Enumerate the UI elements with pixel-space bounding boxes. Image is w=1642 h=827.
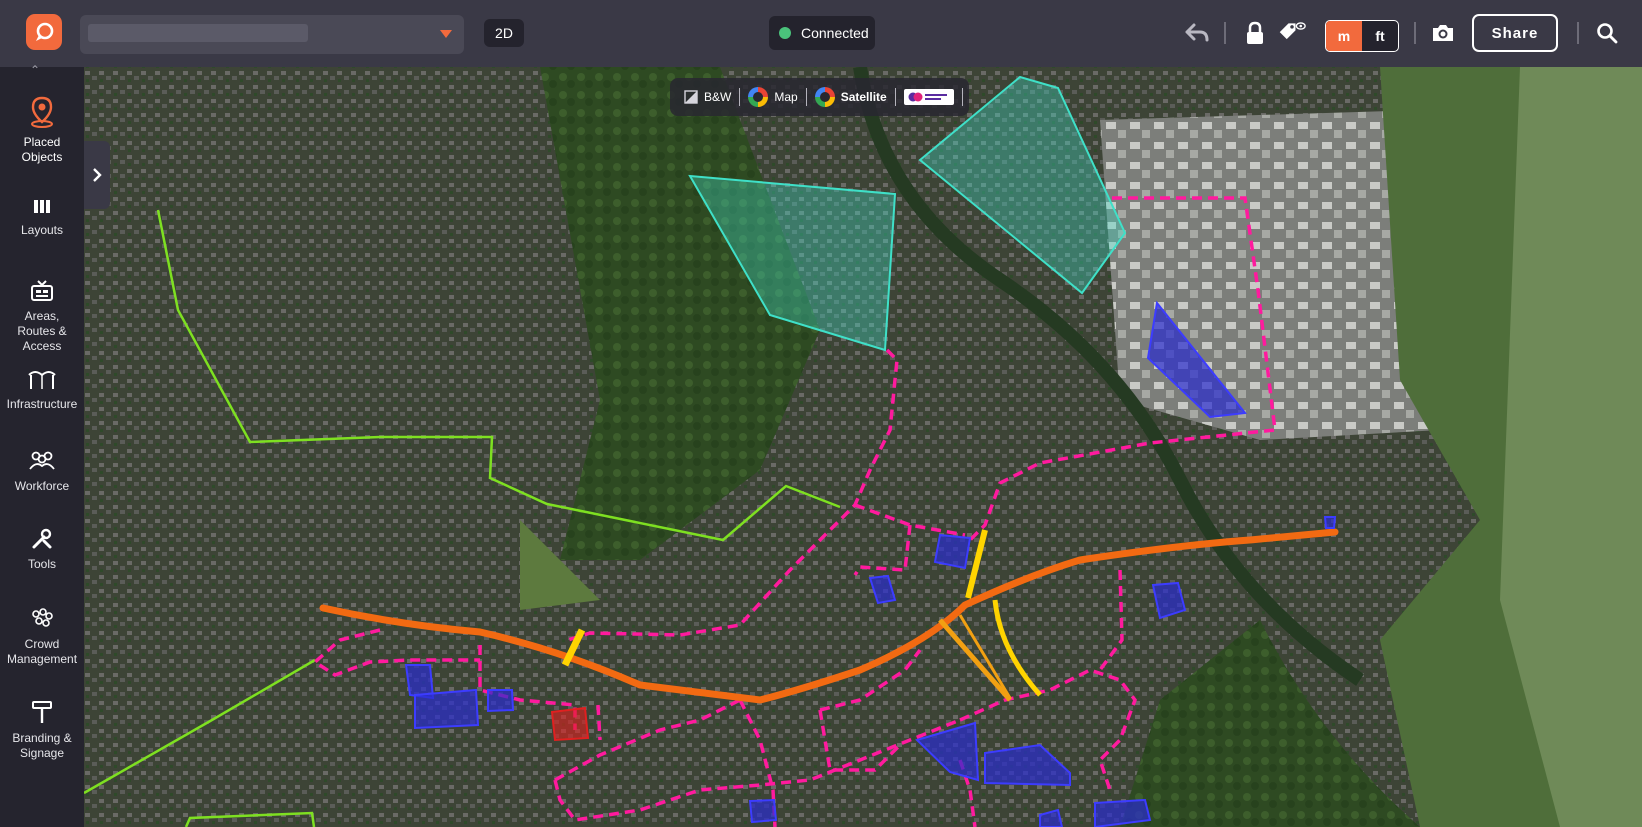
google-icon	[814, 87, 835, 107]
layer-divider	[961, 88, 963, 106]
layer-option-satellite[interactable]: Satellite	[807, 83, 895, 111]
google-icon	[748, 87, 769, 107]
sidebar-item-crowd-management[interactable]: Crowd Management	[0, 607, 84, 667]
satellite-map[interactable]	[84, 67, 1642, 827]
tent-icon	[28, 371, 56, 389]
expand-panel-button[interactable]	[84, 141, 110, 209]
sidebar-item-label: Areas, Routes & Access	[17, 309, 67, 353]
map-canvas[interactable]	[84, 67, 1642, 827]
camera-icon[interactable]	[1429, 18, 1457, 48]
collapse-arrow-icon[interactable]: ⌃	[30, 63, 40, 77]
search-icon[interactable]	[1593, 18, 1621, 48]
sidebar-item-label: Layouts	[20, 223, 64, 237]
sidebar-item-label: Placed Objects	[21, 135, 63, 164]
map-layer-switcher: B&W Map Satellite	[670, 78, 969, 116]
sidebar-item-label: Infrastructure	[6, 397, 78, 411]
sidebar-item-label: Tools	[27, 557, 56, 571]
areas-routes-icon	[31, 280, 53, 301]
unit-meters-button[interactable]: m	[1326, 21, 1362, 51]
toolbar-divider	[1577, 22, 1579, 44]
sidebar-item-workforce[interactable]: Workforce	[0, 449, 84, 494]
layer-option-label: Satellite	[840, 90, 887, 104]
logo-icon	[36, 22, 54, 41]
status-dot-icon	[779, 27, 791, 39]
layer-option-map[interactable]: Map	[740, 83, 805, 111]
tag-visibility-icon[interactable]	[1278, 18, 1306, 48]
sidebar-item-label: Branding & Signage	[12, 731, 72, 760]
bw-icon	[684, 90, 698, 104]
sidebar-item-placed-objects[interactable]: Placed Objects	[0, 95, 84, 165]
lock-icon[interactable]	[1241, 18, 1269, 48]
ordnance-survey-logo	[903, 89, 954, 105]
layouts-icon	[34, 200, 50, 213]
top-bar: 2D Connected m ft Share	[0, 0, 1642, 67]
restricted-area[interactable]	[550, 706, 590, 742]
connection-status: Connected	[769, 16, 875, 50]
sidebar-item-label: Crowd Management	[7, 637, 78, 666]
sidebar-item-layouts[interactable]: Layouts	[0, 197, 84, 238]
layer-option-label: B&W	[704, 90, 732, 104]
sidebar-item-label: Workforce	[14, 479, 70, 493]
project-name-redacted	[88, 24, 308, 42]
sidebar-item-areas-routes-access[interactable]: Areas, Routes & Access	[0, 279, 84, 354]
sidebar-item-tools[interactable]: Tools	[0, 527, 84, 572]
unit-feet-button[interactable]: ft	[1362, 21, 1398, 51]
crowd-icon	[32, 608, 53, 627]
chevron-down-icon	[440, 30, 452, 38]
sidebar-item-infrastructure[interactable]: Infrastructure	[0, 367, 84, 412]
layer-option-bw[interactable]: B&W	[676, 83, 739, 111]
view-mode-toggle[interactable]: 2D	[484, 19, 524, 47]
sidebar-item-branding-signage[interactable]: Branding & Signage	[0, 699, 84, 761]
tools-icon	[32, 528, 52, 549]
project-selector[interactable]	[80, 15, 464, 54]
share-button[interactable]: Share	[1472, 14, 1558, 52]
unit-toggle[interactable]: m ft	[1325, 20, 1399, 52]
connection-status-label: Connected	[801, 25, 869, 41]
chevron-right-icon	[93, 168, 102, 182]
undo-icon[interactable]	[1183, 18, 1211, 48]
toolbar-divider	[1414, 22, 1416, 44]
layer-option-label: Map	[774, 90, 798, 104]
location-pin-icon	[31, 96, 53, 128]
layer-option-ordnance-survey[interactable]	[896, 83, 962, 111]
signpost-icon	[32, 701, 52, 723]
toolbar-divider	[1224, 22, 1226, 44]
people-icon	[29, 451, 55, 470]
sidebar: ⌃ Placed Objects Layouts Areas, Routes &…	[0, 63, 84, 827]
app-logo[interactable]	[26, 14, 62, 50]
